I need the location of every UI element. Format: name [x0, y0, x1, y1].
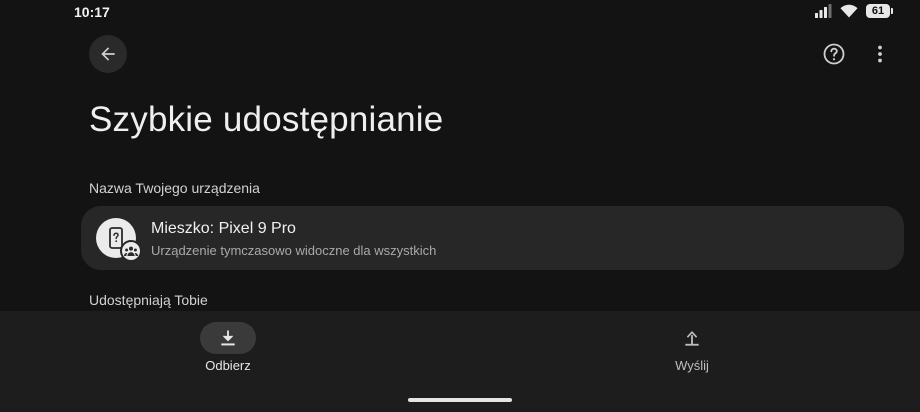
device-visibility-status: Urządzenie tymczasowo widoczne dla wszys…	[151, 243, 437, 258]
nav-receive-indicator	[200, 322, 256, 354]
battery-icon: 61	[866, 4, 893, 18]
device-card[interactable]: Mieszko: Pixel 9 Pro Urządzenie tymczaso…	[81, 206, 904, 270]
device-name-section-label: Nazwa Twojego urządzenia	[89, 180, 260, 196]
bottom-navigation: Odbierz Wyślij	[0, 311, 920, 412]
nav-receive-label: Odbierz	[205, 358, 251, 373]
back-button[interactable]	[89, 35, 127, 73]
arrow-back-icon	[101, 47, 115, 61]
signal-icon	[815, 4, 832, 18]
page-title: Szybkie udostępnianie	[89, 100, 444, 139]
wifi-icon	[840, 4, 858, 18]
status-bar: 10:17 61	[0, 0, 920, 26]
quick-share-screen: 10:17 61 Szybkie udostępnianie Nazwa Two…	[0, 0, 920, 412]
nav-send-label: Wyślij	[675, 358, 709, 373]
status-time: 10:17	[74, 4, 110, 20]
nav-send-indicator	[664, 322, 720, 354]
help-icon[interactable]	[822, 42, 846, 66]
visibility-badge	[120, 240, 142, 262]
download-icon	[221, 330, 235, 346]
device-name: Mieszko: Pixel 9 Pro	[151, 220, 296, 237]
home-indicator[interactable]	[408, 398, 512, 402]
more-vert-icon[interactable]	[872, 42, 888, 66]
nav-send[interactable]: Wyślij	[632, 311, 752, 391]
status-icons: 61	[814, 4, 893, 18]
upload-icon	[685, 331, 699, 346]
group-icon	[124, 246, 138, 256]
shared-with-you-section-label: Udostępniają Tobie	[89, 292, 208, 308]
nav-receive[interactable]: Odbierz	[168, 311, 288, 391]
